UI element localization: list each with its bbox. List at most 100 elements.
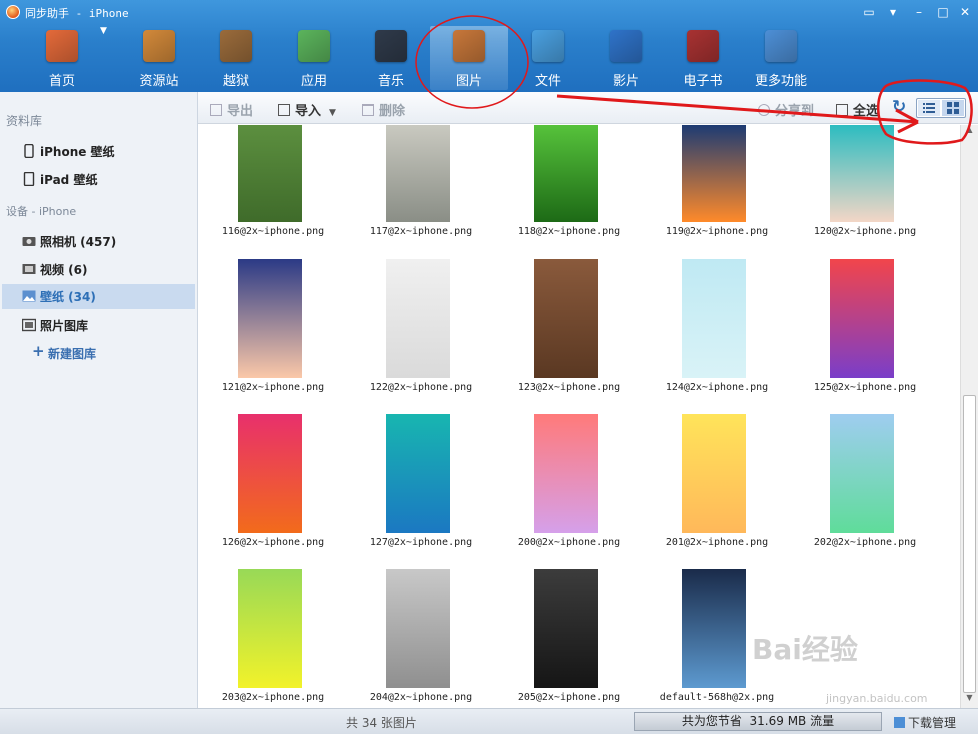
sidebar-item-camera[interactable]: 照相机 (457) xyxy=(2,229,195,253)
select-all-button[interactable]: 全选 xyxy=(836,100,879,119)
scroll-down-icon[interactable]: ▼ xyxy=(961,693,978,707)
phone-icon xyxy=(24,144,34,158)
nav-item-pineapple[interactable]: 越狱 xyxy=(197,26,275,90)
photo-thumbnail[interactable] xyxy=(238,569,302,688)
nav-item-shopping-bag[interactable]: 资源站 xyxy=(120,26,198,90)
checkbox-icon xyxy=(836,104,848,116)
maximize-button[interactable]: □ xyxy=(934,4,952,20)
photo-item[interactable]: 202@2x~iphone.png xyxy=(791,412,939,567)
photo-thumbnail[interactable] xyxy=(386,569,450,688)
photo-filename: 117@2x~iphone.png xyxy=(369,226,473,237)
home-dropdown-arrow-icon[interactable]: ▼ xyxy=(100,26,107,36)
menu-icon[interactable]: ▾ xyxy=(884,4,902,20)
status-bar: 共 34 张图片 共为您节省 31.69 MB 流量 下载管理 xyxy=(0,708,978,734)
photo-item[interactable]: 117@2x~iphone.png xyxy=(347,125,495,250)
photo-thumbnail[interactable] xyxy=(238,414,302,533)
nav-item-music-note[interactable]: 音乐 xyxy=(352,26,430,90)
nav-item-video-play[interactable]: 影片 xyxy=(587,26,665,90)
photo-thumbnail[interactable] xyxy=(238,125,302,222)
photo-item[interactable]: 122@2x~iphone.png xyxy=(347,257,495,412)
photo-filename: 120@2x~iphone.png xyxy=(813,226,917,237)
photo-thumbnail[interactable] xyxy=(238,259,302,378)
download-manager-button[interactable]: 下载管理 xyxy=(894,714,956,731)
refresh-icon[interactable]: ↻ xyxy=(892,97,906,117)
export-icon xyxy=(210,104,222,116)
apps-icon xyxy=(298,30,330,62)
photo-thumbnail[interactable] xyxy=(386,259,450,378)
photo-item[interactable]: 201@2x~iphone.png xyxy=(643,412,791,567)
photo-filename: 202@2x~iphone.png xyxy=(813,537,917,548)
delete-button[interactable]: 删除 xyxy=(362,100,405,119)
photo-filename: 200@2x~iphone.png xyxy=(517,537,621,548)
photo-item[interactable]: 118@2x~iphone.png xyxy=(495,125,643,250)
photo-thumbnail[interactable] xyxy=(534,259,598,378)
photo-item[interactable]: 126@2x~iphone.png xyxy=(199,412,347,567)
view-toggle xyxy=(916,98,966,118)
sidebar-item-new-library[interactable]: + 新建图库 xyxy=(2,341,195,365)
photo-item[interactable]: 123@2x~iphone.png xyxy=(495,257,643,412)
scroll-thumb[interactable] xyxy=(963,395,976,693)
traffic-savings: 共为您节省 31.69 MB 流量 xyxy=(634,712,882,731)
photo-item[interactable]: 124@2x~iphone.png xyxy=(643,257,791,412)
photo-item[interactable]: 127@2x~iphone.png xyxy=(347,412,495,567)
grid-view-icon[interactable] xyxy=(942,100,964,116)
chevron-down-icon[interactable]: ▼ xyxy=(329,108,336,118)
home-icon xyxy=(46,30,78,62)
nav-item-photo[interactable]: 图片 xyxy=(430,26,508,90)
photo-item[interactable]: 200@2x~iphone.png xyxy=(495,412,643,567)
photo-thumbnail[interactable] xyxy=(682,569,746,688)
minimize-button[interactable]: – xyxy=(910,4,928,20)
nav-item-folder-sync[interactable]: 文件 xyxy=(509,26,587,90)
watermark: Bai经验 xyxy=(752,633,858,666)
photo-item[interactable]: 205@2x~iphone.png xyxy=(495,567,643,708)
photo-item[interactable]: 125@2x~iphone.png xyxy=(791,257,939,412)
photo-item[interactable]: 120@2x~iphone.png xyxy=(791,125,939,250)
nav-item-ebook[interactable]: 电子书 xyxy=(664,26,742,90)
sidebar-item-iphone-wallpaper[interactable]: iPhone 壁纸 xyxy=(2,139,195,163)
nav-item-tools[interactable]: 更多功能 xyxy=(742,26,820,90)
photo-filename: 204@2x~iphone.png xyxy=(369,692,473,703)
nav-label: 应用 xyxy=(300,74,327,89)
photo-thumbnail[interactable] xyxy=(534,125,598,222)
list-view-icon[interactable] xyxy=(918,100,940,116)
photo-item[interactable]: 121@2x~iphone.png xyxy=(199,257,347,412)
window-title: 同步助手 - iPhone xyxy=(25,7,129,20)
main-nav: 首页 资源站 越狱 应用 音乐 图片 文件 影片 电子书 更多功能 xyxy=(0,24,978,92)
app-window: 同步助手 - iPhone ▭ ▾ – □ ✕ 首页 资源站 越狱 应用 音乐 图片 文件 影… xyxy=(0,0,978,734)
sidebar-item-ipad-wallpaper[interactable]: iPad 壁纸 xyxy=(2,167,195,191)
video-play-icon xyxy=(610,30,642,62)
sidebar-item-wallpaper[interactable]: 壁纸 (34) xyxy=(2,284,195,309)
nav-label: 电子书 xyxy=(683,74,723,89)
photo-thumbnail[interactable] xyxy=(682,414,746,533)
photo-thumbnail[interactable] xyxy=(386,125,450,222)
photo-thumbnail[interactable] xyxy=(830,259,894,378)
close-button[interactable]: ✕ xyxy=(956,4,974,20)
sidebar-item-video[interactable]: 视频 (6) xyxy=(2,257,195,281)
music-note-icon xyxy=(375,30,407,62)
photo-item[interactable]: 116@2x~iphone.png xyxy=(199,125,347,250)
photo-thumbnail[interactable] xyxy=(830,414,894,533)
nav-item-apps[interactable]: 应用 xyxy=(275,26,353,90)
sidebar-item-photo-library[interactable]: 照片图库 xyxy=(2,313,195,337)
photo-item[interactable]: 119@2x~iphone.png xyxy=(643,125,791,250)
export-button[interactable]: 导出 xyxy=(210,100,253,119)
nav-item-home[interactable]: 首页 xyxy=(23,26,101,90)
photo-thumbnail[interactable] xyxy=(534,414,598,533)
photo-thumbnail[interactable] xyxy=(682,259,746,378)
film-icon xyxy=(22,264,36,274)
share-button[interactable]: 分享到 xyxy=(758,100,814,119)
photo-thumbnail[interactable] xyxy=(830,125,894,222)
photo-item[interactable]: 203@2x~iphone.png xyxy=(199,567,347,708)
trash-icon xyxy=(362,104,374,116)
vertical-scrollbar[interactable]: ▲ ▼ xyxy=(960,125,978,708)
photo-thumbnail[interactable] xyxy=(386,414,450,533)
feedback-icon[interactable]: ▭ xyxy=(860,4,878,20)
scroll-up-icon[interactable]: ▲ xyxy=(961,125,978,139)
nav-label: 图片 xyxy=(455,74,482,89)
photo-filename: 126@2x~iphone.png xyxy=(221,537,325,548)
photo-thumbnail[interactable] xyxy=(682,125,746,222)
photo-thumbnail[interactable] xyxy=(534,569,598,688)
import-button[interactable]: 导入 ▼ xyxy=(278,100,336,119)
photo-item[interactable]: 204@2x~iphone.png xyxy=(347,567,495,708)
photo-filename: 205@2x~iphone.png xyxy=(517,692,621,703)
